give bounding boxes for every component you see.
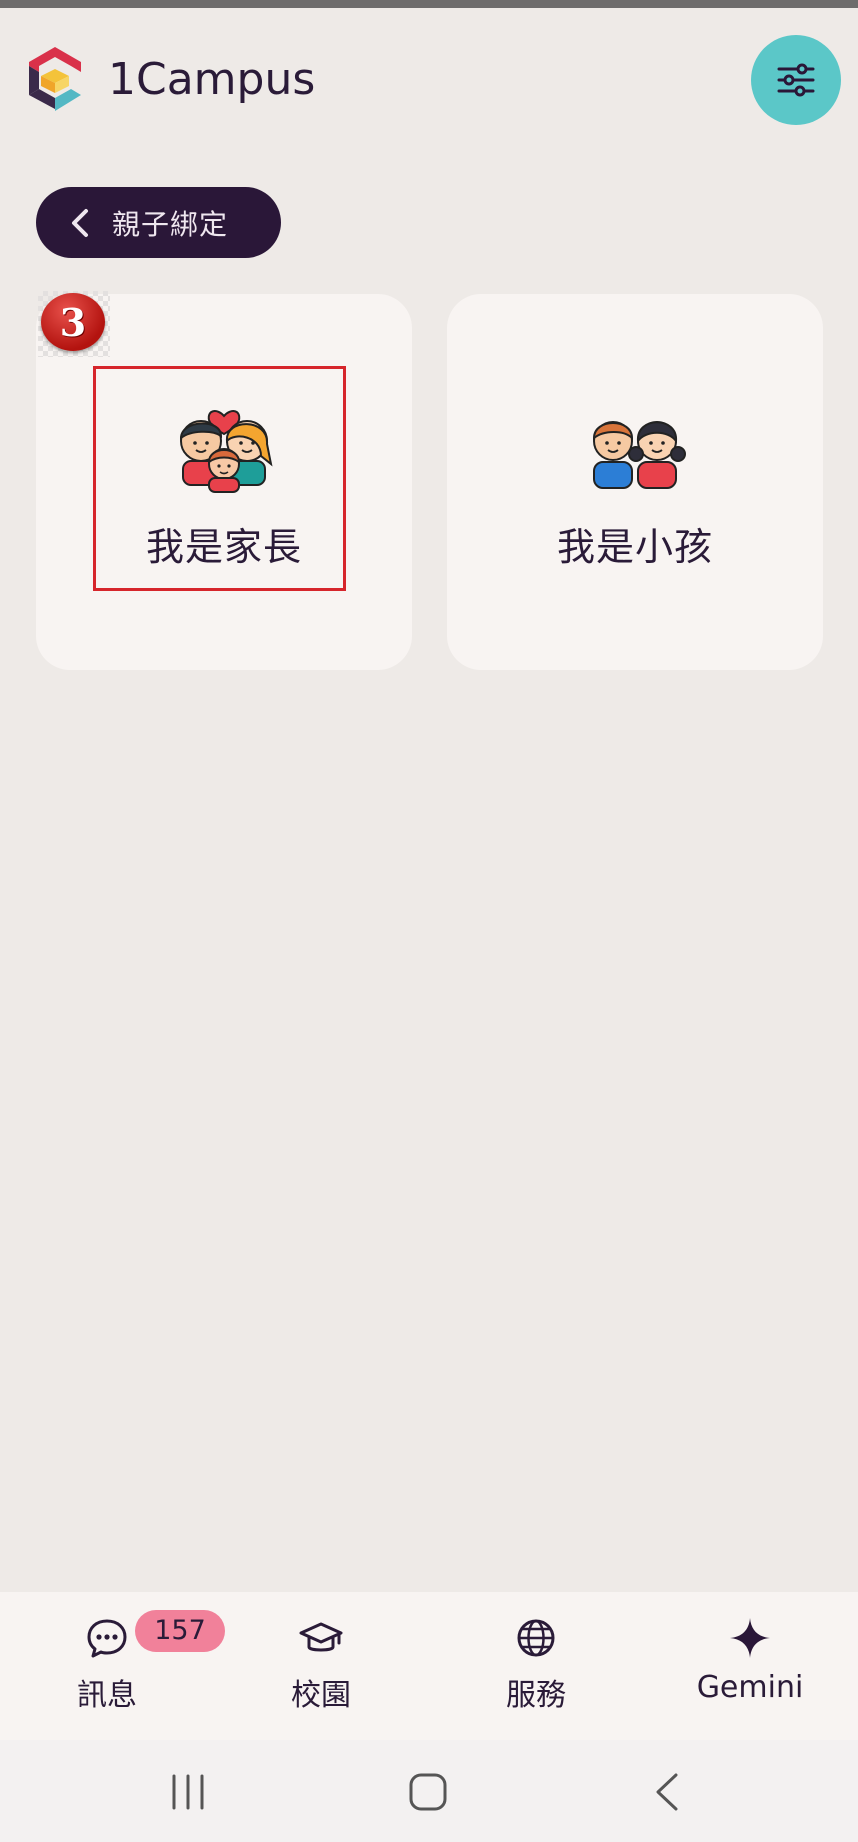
back-button[interactable]: 親子綁定 [36, 187, 281, 258]
highlight-box [93, 366, 346, 591]
home-icon[interactable] [406, 1770, 450, 1814]
filter-button[interactable] [751, 35, 841, 125]
globe-icon [517, 1619, 555, 1657]
child-card[interactable]: 我是小孩 [447, 294, 823, 670]
nav-label-services: 服務 [506, 1678, 566, 1713]
back-icon[interactable] [652, 1770, 682, 1814]
nav-item-campus[interactable]: 校園 [221, 1592, 421, 1740]
nav-label-gemini: Gemini [696, 1670, 804, 1705]
nav-item-gemini[interactable]: Gemini [650, 1592, 850, 1740]
nav-label-campus: 校園 [291, 1678, 351, 1713]
system-nav-bar [0, 1740, 858, 1842]
bottom-nav: 157 訊息 校園 服務 Gemini [0, 1592, 858, 1740]
recent-apps-icon[interactable] [168, 1770, 208, 1814]
back-button-label: 親子綁定 [112, 207, 229, 241]
status-bar-strip [0, 0, 858, 8]
nav-label-messages: 訊息 [77, 1678, 137, 1713]
nav-item-services[interactable]: 服務 [436, 1592, 636, 1740]
sparkle-icon [730, 1618, 770, 1658]
app-title: 1Campus [108, 54, 316, 105]
nav-item-messages[interactable]: 157 訊息 [7, 1592, 225, 1740]
graduation-cap-icon [299, 1622, 343, 1652]
step-badge: 3 [38, 291, 110, 357]
chevron-left-icon [72, 208, 88, 237]
app-logo-icon [26, 45, 84, 115]
step-number: 3 [41, 293, 105, 351]
messages-badge: 157 [135, 1610, 225, 1652]
children-icon [592, 421, 686, 489]
chat-bubble-icon [87, 1619, 127, 1658]
child-card-label: 我是小孩 [556, 525, 713, 569]
sliders-icon [777, 63, 815, 97]
